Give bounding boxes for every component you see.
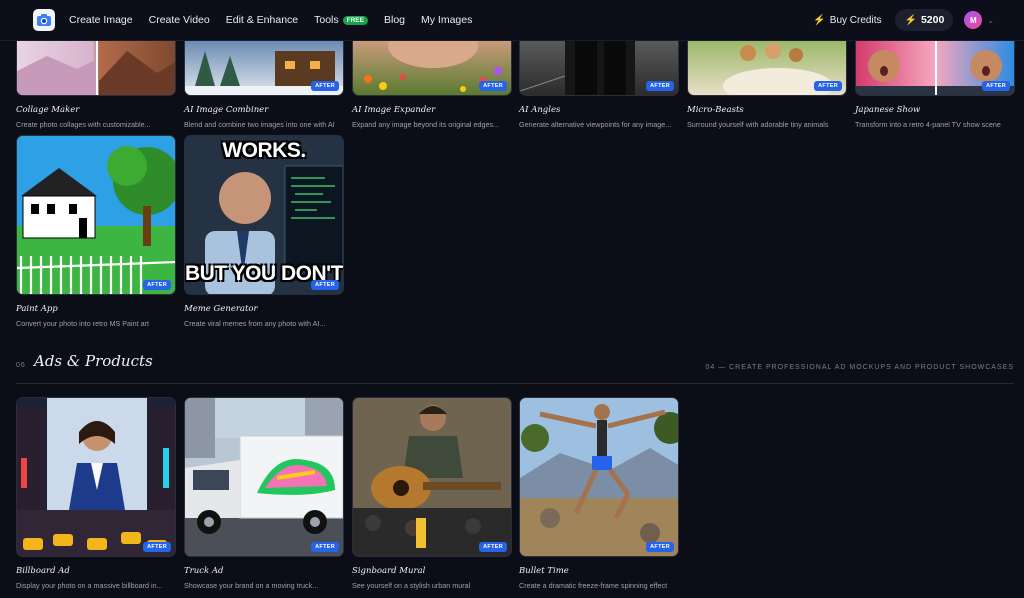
card-description: Surround yourself with adorable tiny ani… bbox=[687, 120, 829, 129]
nav-my-images[interactable]: My Images bbox=[421, 14, 472, 26]
after-badge: AFTER bbox=[143, 542, 171, 552]
bolt-icon: ⚡ bbox=[813, 14, 826, 26]
card-title: Paint App bbox=[16, 304, 58, 314]
card-title: Truck Ad bbox=[184, 566, 224, 576]
nav-tools-label: Tools bbox=[314, 14, 339, 26]
card-thumbnail: AFTER bbox=[687, 41, 847, 96]
card-title: Collage Maker bbox=[16, 105, 80, 115]
card-thumbnail: AFTER bbox=[16, 135, 176, 295]
card-thumbnail: AFTER bbox=[352, 397, 512, 557]
tool-card-paint-app[interactable]: AFTER Paint App Convert your photo into … bbox=[16, 135, 176, 328]
tool-card-ai-angles[interactable]: AFTER AI Angles Generate alternative vie… bbox=[519, 41, 679, 129]
card-title: Japanese Show bbox=[855, 105, 921, 115]
truck-ad-preview-image bbox=[185, 398, 343, 556]
buy-credits-button[interactable]: ⚡ Buy Credits bbox=[813, 15, 881, 26]
card-thumbnail bbox=[16, 41, 176, 96]
nav-tools[interactable]: Tools FREE bbox=[314, 14, 368, 26]
after-badge: AFTER bbox=[646, 81, 674, 91]
after-badge: AFTER bbox=[311, 81, 339, 91]
tool-card-bullet-time[interactable]: AFTER Bullet Time Create a dramatic free… bbox=[519, 397, 679, 590]
card-thumbnail: AFTER bbox=[519, 41, 679, 96]
card-description: Expand any image beyond its original edg… bbox=[352, 120, 500, 129]
after-badge: AFTER bbox=[143, 280, 171, 290]
tool-card-ai-image-combiner[interactable]: AFTER AI Image Combiner Blend and combin… bbox=[184, 41, 344, 129]
card-thumbnail: WORKS. BUT YOU DON'T AFTER bbox=[184, 135, 344, 295]
card-title: Meme Generator bbox=[184, 304, 258, 314]
section-subtitle: 04 — CREATE PROFESSIONAL AD MOCKUPS AND … bbox=[705, 364, 1014, 371]
credits-balance[interactable]: ⚡ 5200 bbox=[895, 9, 954, 31]
after-badge: AFTER bbox=[814, 81, 842, 91]
card-description: Create photo collages with customizable.… bbox=[16, 120, 151, 129]
buy-credits-label: Buy Credits bbox=[829, 14, 882, 26]
tool-card-ai-image-expander[interactable]: AFTER AI Image Expander Expand any image… bbox=[352, 41, 512, 129]
collage-preview-image bbox=[17, 41, 175, 95]
card-title: AI Angles bbox=[519, 105, 561, 115]
after-badge: AFTER bbox=[982, 81, 1010, 91]
card-description: Convert your photo into retro MS Paint a… bbox=[16, 319, 150, 328]
card-description: Generate alternative viewpoints for any … bbox=[519, 120, 672, 129]
nav-edit-enhance[interactable]: Edit & Enhance bbox=[226, 14, 298, 26]
card-thumbnail: AFTER bbox=[519, 397, 679, 557]
meme-top-text: WORKS. bbox=[222, 139, 306, 162]
card-description: Showcase your brand on a moving truck... bbox=[184, 581, 319, 590]
free-badge: FREE bbox=[342, 15, 368, 25]
tool-card-truck-ad[interactable]: AFTER Truck Ad Showcase your brand on a … bbox=[184, 397, 344, 590]
after-badge: AFTER bbox=[479, 542, 507, 552]
credits-value: 5200 bbox=[920, 14, 945, 26]
section-header-ads-products: 06 Ads & Products 04 — CREATE PROFESSION… bbox=[16, 350, 1014, 384]
nav-create-video[interactable]: Create Video bbox=[149, 14, 210, 26]
card-thumbnail: AFTER bbox=[855, 41, 1015, 96]
card-description: Transform into a retro 4-panel TV show s… bbox=[855, 120, 1001, 129]
tool-card-collage-maker[interactable]: Collage Maker Create photo collages with… bbox=[16, 41, 176, 129]
signboard-mural-preview-image bbox=[353, 398, 511, 556]
card-thumbnail: AFTER bbox=[184, 397, 344, 557]
nav-create-image[interactable]: Create Image bbox=[69, 14, 133, 26]
card-thumbnail: AFTER bbox=[184, 41, 344, 96]
card-description: Display your photo on a massive billboar… bbox=[16, 581, 163, 590]
after-badge: AFTER bbox=[479, 81, 507, 91]
bolt-icon: ⚡ bbox=[904, 14, 917, 26]
chevron-down-icon[interactable]: ⌄ bbox=[987, 16, 994, 25]
card-thumbnail: AFTER bbox=[352, 41, 512, 96]
tool-card-meme-generator[interactable]: WORKS. BUT YOU DON'T AFTER Meme Generato… bbox=[184, 135, 344, 328]
card-title: AI Image Expander bbox=[352, 105, 436, 115]
card-description: Create a dramatic freeze-frame spinning … bbox=[519, 581, 668, 590]
card-description: Create viral memes from any photo with A… bbox=[184, 319, 326, 328]
card-title: Bullet Time bbox=[519, 566, 569, 576]
section-title: Ads & Products bbox=[34, 352, 153, 370]
bullet-time-preview-image bbox=[520, 398, 678, 556]
app-logo[interactable] bbox=[33, 9, 55, 31]
top-nav: Create Image Create Video Edit & Enhance… bbox=[0, 0, 1024, 41]
card-title: AI Image Combiner bbox=[184, 105, 269, 115]
after-badge: AFTER bbox=[311, 280, 339, 290]
tool-card-japanese-show[interactable]: AFTER Japanese Show Transform into a ret… bbox=[855, 41, 1015, 129]
nav-blog[interactable]: Blog bbox=[384, 14, 405, 26]
card-thumbnail: AFTER bbox=[16, 397, 176, 557]
tool-card-micro-beasts[interactable]: AFTER Micro-Beasts Surround yourself wit… bbox=[687, 41, 847, 129]
camera-icon bbox=[37, 14, 51, 26]
tool-card-billboard-ad[interactable]: AFTER Billboard Ad Display your photo on… bbox=[16, 397, 176, 590]
after-badge: AFTER bbox=[646, 542, 674, 552]
user-avatar[interactable]: M bbox=[964, 11, 983, 29]
after-badge: AFTER bbox=[311, 542, 339, 552]
paint-app-preview-image bbox=[17, 136, 175, 294]
card-description: Blend and combine two images into one wi… bbox=[184, 120, 335, 129]
card-title: Micro-Beasts bbox=[687, 105, 744, 115]
card-description: See yourself on a stylish urban mural bbox=[352, 581, 471, 590]
billboard-preview-image bbox=[17, 398, 175, 556]
card-title: Signboard Mural bbox=[352, 566, 426, 576]
tool-card-signboard-mural[interactable]: AFTER Signboard Mural See yourself on a … bbox=[352, 397, 512, 590]
section-number: 06 bbox=[16, 362, 26, 369]
card-title: Billboard Ad bbox=[16, 566, 70, 576]
